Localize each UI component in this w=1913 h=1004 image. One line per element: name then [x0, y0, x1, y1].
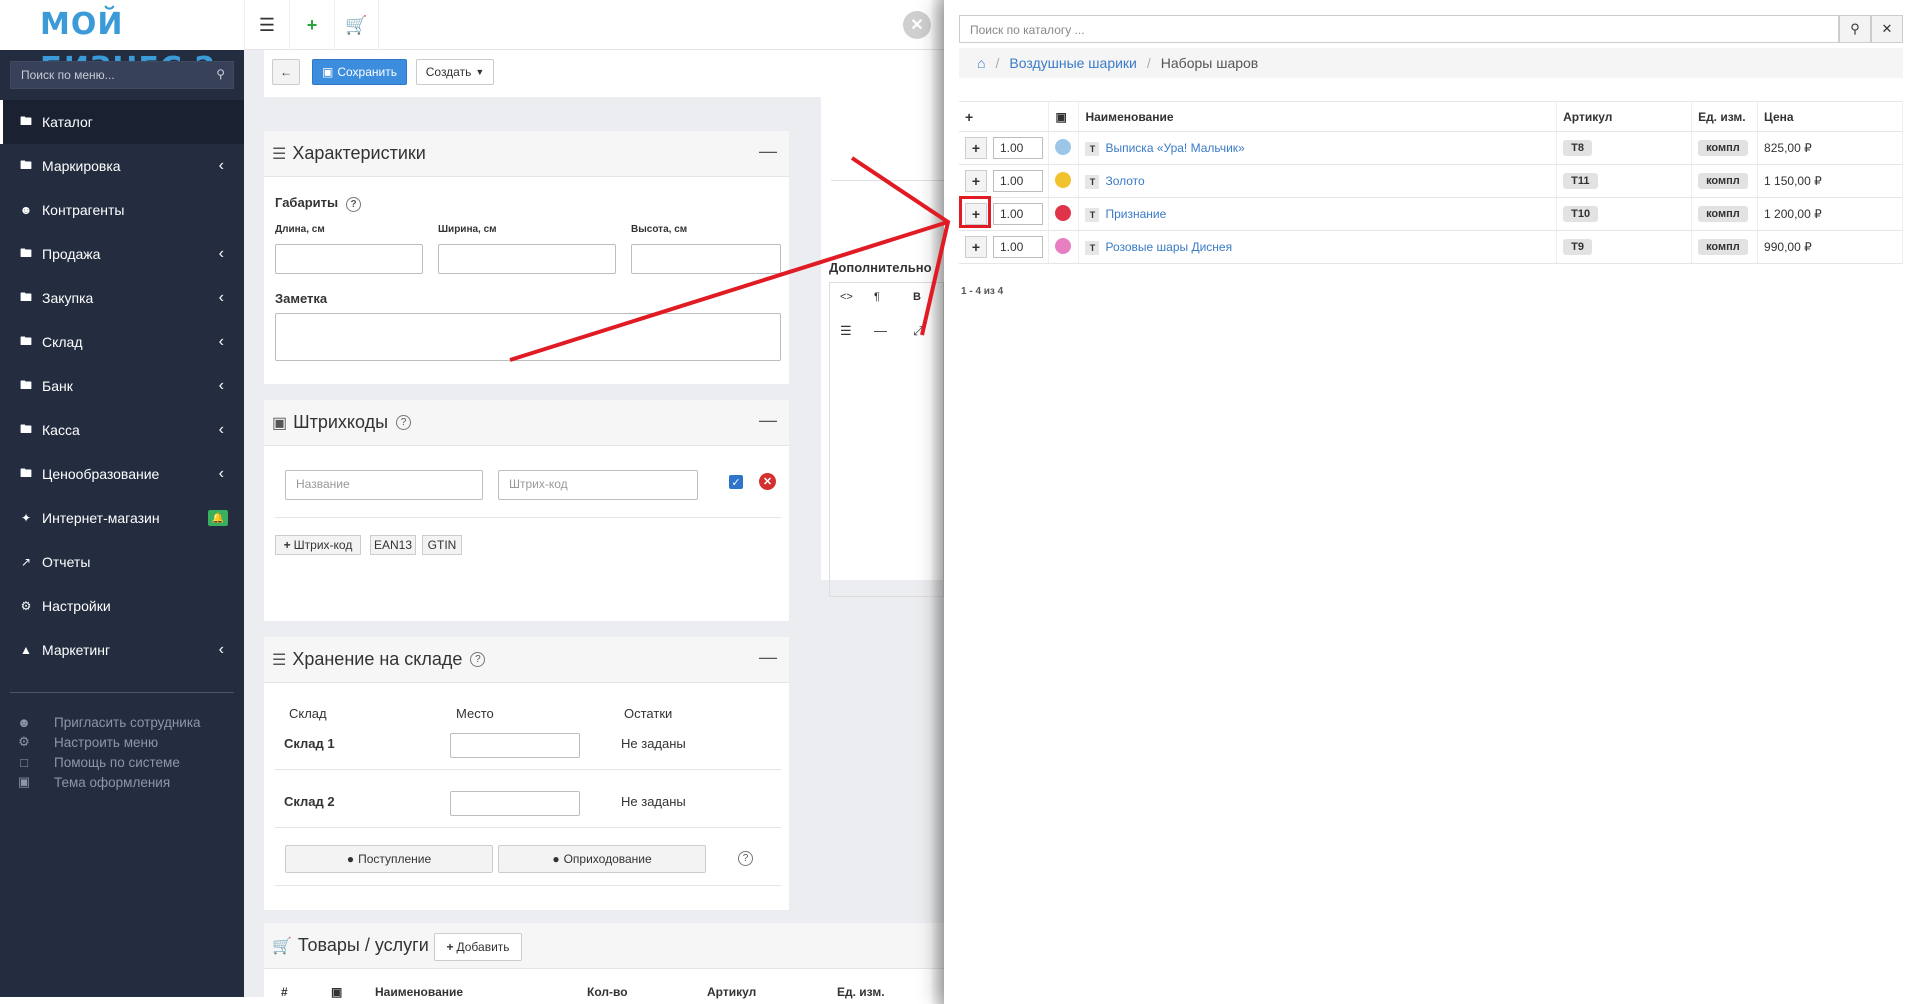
annotation-arrow-1 — [509, 220, 949, 362]
annotation-arrows — [509, 156, 951, 362]
